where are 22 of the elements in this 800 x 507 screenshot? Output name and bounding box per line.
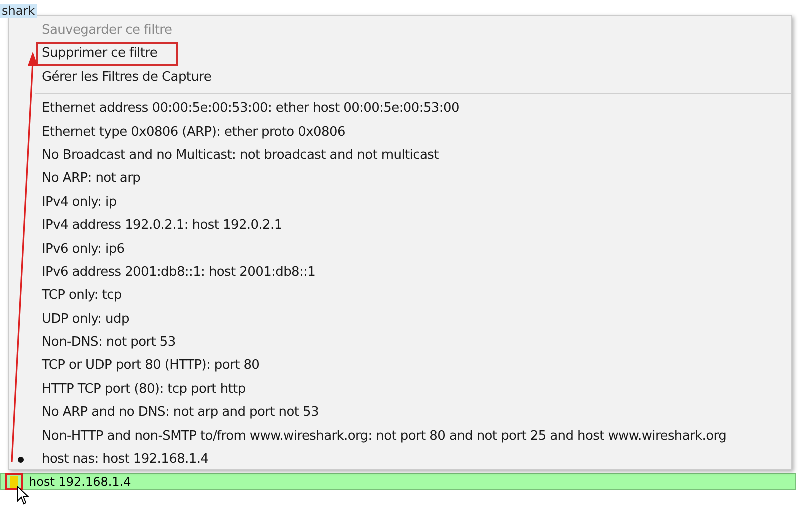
bookmark-icon[interactable] <box>5 473 23 490</box>
menu-item[interactable]: Gérer les Filtres de Capture <box>9 66 791 90</box>
filter-bar[interactable]: host 192.168.1.4 <box>0 473 796 490</box>
menu-item[interactable]: Ethernet type 0x0806 (ARP): ether proto 0x0806 <box>9 120 791 144</box>
menu-item[interactable]: Non-DNS: not port 53 <box>9 331 791 354</box>
menu-item[interactable]: host nas: host 192.168.1.4 <box>9 448 791 472</box>
menu-item[interactable]: UDP only: udp <box>9 308 791 332</box>
bullet-icon <box>18 457 24 464</box>
menu-item[interactable]: No ARP: not arp <box>9 167 791 191</box>
menu-item[interactable]: No Broadcast and no Multicast: not broadcast and not multicast <box>9 144 791 168</box>
menu-item[interactable]: TCP or UDP port 80 (HTTP): port 80 <box>9 354 791 378</box>
menu-item[interactable]: IPv4 address 192.0.2.1: host 192.0.2.1 <box>9 214 791 238</box>
menu-item[interactable]: IPv6 address 2001:db8::1: host 2001:db8::1 <box>9 260 791 284</box>
menu-item[interactable]: IPv4 only: ip <box>9 190 791 214</box>
menu-item[interactable]: Ethernet address 00:00:5e:00:53:00: ether host 00:00:5e:00:53:00 <box>9 97 791 121</box>
menu-item[interactable]: IPv6 only: ip6 <box>9 238 791 261</box>
menu-item[interactable]: Non-HTTP and non-SMTP to/from www.wireshark.org: not port 80 and not port 25 and host www.wireshark.org <box>9 424 791 448</box>
menu-item[interactable]: HTTP TCP port (80): tcp port http <box>9 378 791 402</box>
menu-item[interactable]: No ARP and no DNS: not arp and port not 53 <box>9 401 791 425</box>
selected-text: shark <box>0 4 38 18</box>
menu-item[interactable]: Supprimer ce filtre <box>36 42 178 66</box>
menu-item[interactable]: TCP only: tcp <box>9 284 791 308</box>
